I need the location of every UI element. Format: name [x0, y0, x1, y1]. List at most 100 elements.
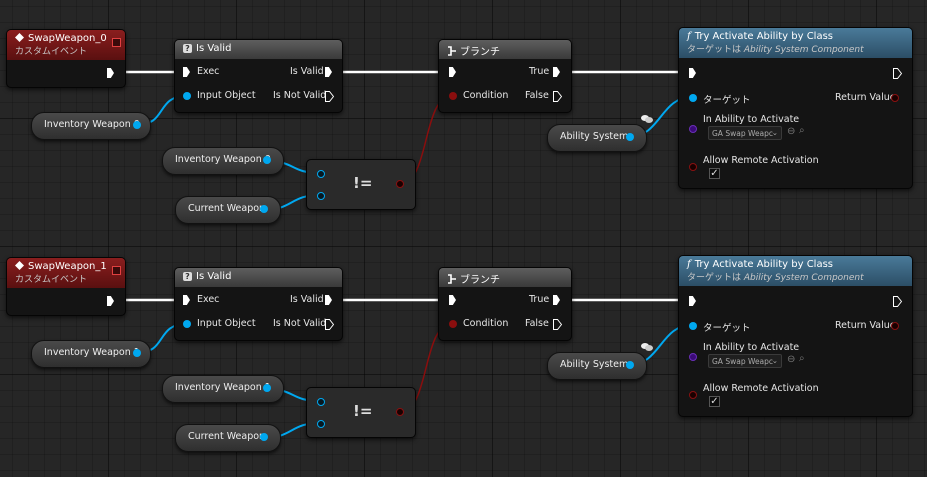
not-equal-symbol: !=: [353, 402, 373, 420]
is-not-valid-label: Is Not Valid: [273, 90, 327, 101]
is-valid-exec-label: Exec: [197, 294, 220, 305]
is-valid-out-label: Is Valid: [290, 66, 324, 77]
ability-class-value: GA Swap Weapc: [712, 129, 774, 138]
return-value-label: Return Value: [835, 92, 896, 103]
branch-node[interactable]: ブランチ Condition True False: [438, 267, 572, 341]
is-valid-exec-label: Exec: [197, 66, 220, 77]
custom-event-node[interactable]: SwapWeapon_0 カスタムイベント: [6, 29, 126, 88]
allow-remote-pin[interactable]: [689, 391, 697, 399]
inventory-weapon-var[interactable]: Inventory Weapon 0: [31, 112, 151, 140]
is-valid-node[interactable]: ? Is Valid Exec Input Object Is Valid Is …: [174, 267, 343, 341]
not-equal-node[interactable]: !=: [306, 387, 416, 438]
branch-header: ブランチ: [439, 40, 571, 59]
event-title: SwapWeapon_1: [28, 261, 107, 272]
branch-icon: [447, 274, 456, 284]
chevron-down-icon: ⌄: [771, 128, 778, 137]
use-selected-icon[interactable]: ⊖: [787, 354, 795, 365]
try-activate-ability-node[interactable]: f Try Activate Ability by Class ターゲットは Ab…: [678, 27, 913, 189]
browse-search-icon[interactable]: ⌕: [799, 353, 805, 364]
allow-remote-label: Allow Remote Activation: [703, 155, 819, 166]
event-delegate-pin[interactable]: [112, 266, 121, 275]
is-valid-header: ? Is Valid: [175, 268, 342, 287]
neq-out-pin[interactable]: [396, 408, 404, 416]
neq-b-pin[interactable]: [317, 192, 325, 200]
not-equal-node[interactable]: !=: [306, 159, 416, 210]
is-valid-header: ? Is Valid: [175, 40, 342, 59]
ability-system-var[interactable]: Ability System: [547, 352, 647, 380]
neq-out-pin[interactable]: [396, 180, 404, 188]
event-group-1: SwapWeapon_1 カスタムイベント ? Is Valid Exec Inp…: [0, 228, 927, 468]
allow-remote-checkbox[interactable]: ✓: [709, 168, 720, 179]
allow-remote-label: Allow Remote Activation: [703, 383, 819, 394]
target-class: Ability System Component: [743, 45, 864, 55]
use-selected-icon[interactable]: ⊖: [787, 126, 795, 137]
ability-class-pin[interactable]: [689, 125, 697, 133]
current-weapon-var[interactable]: Current Weapon: [175, 196, 281, 224]
current-weapon-var-pin[interactable]: [260, 205, 268, 213]
neq-b-pin[interactable]: [317, 420, 325, 428]
allow-remote-checkbox[interactable]: ✓: [709, 396, 720, 407]
is-valid-node[interactable]: ? Is Valid Exec Input Object Is Valid Is …: [174, 39, 343, 113]
inventory-weapon-var-2-pin[interactable]: [263, 156, 271, 164]
ability-system-var-label: Ability System: [560, 131, 629, 142]
function-icon: f: [687, 259, 691, 270]
question-icon: ?: [183, 44, 192, 53]
event-header: SwapWeapon_0 カスタムイベント: [7, 30, 125, 60]
event-delegate-pin[interactable]: [112, 38, 121, 47]
branch-icon: [447, 46, 456, 56]
target-pin[interactable]: [689, 322, 697, 330]
neq-a-pin[interactable]: [317, 398, 325, 406]
event-diamond-icon: [15, 33, 24, 42]
event-subtitle: カスタムイベント: [15, 275, 88, 285]
true-label: True: [529, 294, 550, 305]
ability-class-value: GA Swap Weapc: [712, 357, 774, 366]
browse-search-icon[interactable]: ⌕: [799, 125, 805, 136]
event-title: SwapWeapon_0: [28, 33, 107, 44]
ability-system-var-pin[interactable]: [626, 361, 634, 369]
inventory-weapon-var-2[interactable]: Inventory Weapon 0: [162, 147, 284, 175]
false-label: False: [525, 318, 549, 329]
branch-header: ブランチ: [439, 268, 571, 287]
input-object-pin[interactable]: [183, 92, 191, 100]
is-valid-title: Is Valid: [196, 43, 232, 54]
chevron-down-icon: ⌄: [771, 356, 778, 365]
false-label: False: [525, 90, 549, 101]
return-value-pin[interactable]: [891, 322, 899, 330]
target-prefix: ターゲットは: [687, 45, 742, 55]
allow-remote-pin[interactable]: [689, 163, 697, 171]
target-pin-label: ターゲット: [703, 323, 751, 334]
try-activate-ability-node[interactable]: f Try Activate Ability by Class ターゲットは Ab…: [678, 255, 913, 417]
ability-class-dropdown[interactable]: GA Swap Weapc ⌄: [708, 126, 782, 140]
target-pin-label: ターゲット: [703, 95, 751, 106]
condition-pin[interactable]: [449, 320, 457, 328]
custom-event-node[interactable]: SwapWeapon_1 カスタムイベント: [6, 257, 126, 316]
current-weapon-var-label: Current Weapon: [188, 203, 266, 214]
inventory-weapon-var-2[interactable]: Inventory Weapon 1: [162, 375, 284, 403]
question-icon: ?: [183, 272, 192, 281]
ability-class-dropdown[interactable]: GA Swap Weapc ⌄: [708, 354, 782, 368]
inventory-weapon-var-pin[interactable]: [133, 349, 141, 357]
neq-a-pin[interactable]: [317, 170, 325, 178]
inventory-weapon-var-pin[interactable]: [133, 121, 141, 129]
branch-node[interactable]: ブランチ Condition True False: [438, 39, 572, 113]
ability-system-var[interactable]: Ability System: [547, 124, 647, 152]
current-weapon-var[interactable]: Current Weapon: [175, 424, 281, 452]
inventory-weapon-var-2-label: Inventory Weapon 0: [175, 154, 271, 165]
is-not-valid-label: Is Not Valid: [273, 318, 327, 329]
inventory-weapon-var-2-pin[interactable]: [263, 384, 271, 392]
try-activate-header: f Try Activate Ability by Class ターゲットは Ab…: [679, 28, 912, 58]
network-icon: [640, 114, 654, 127]
inventory-weapon-var[interactable]: Inventory Weapon 1: [31, 340, 151, 368]
ability-system-var-pin[interactable]: [626, 133, 634, 141]
condition-label: Condition: [463, 90, 509, 101]
ability-class-pin[interactable]: [689, 353, 697, 361]
target-pin[interactable]: [689, 94, 697, 102]
condition-pin[interactable]: [449, 92, 457, 100]
function-icon: f: [687, 31, 691, 42]
event-diamond-icon: [15, 261, 24, 270]
current-weapon-var-pin[interactable]: [260, 433, 268, 441]
return-value-pin[interactable]: [891, 94, 899, 102]
input-object-label: Input Object: [197, 318, 256, 329]
event-subtitle: カスタムイベント: [15, 47, 88, 57]
input-object-pin[interactable]: [183, 320, 191, 328]
